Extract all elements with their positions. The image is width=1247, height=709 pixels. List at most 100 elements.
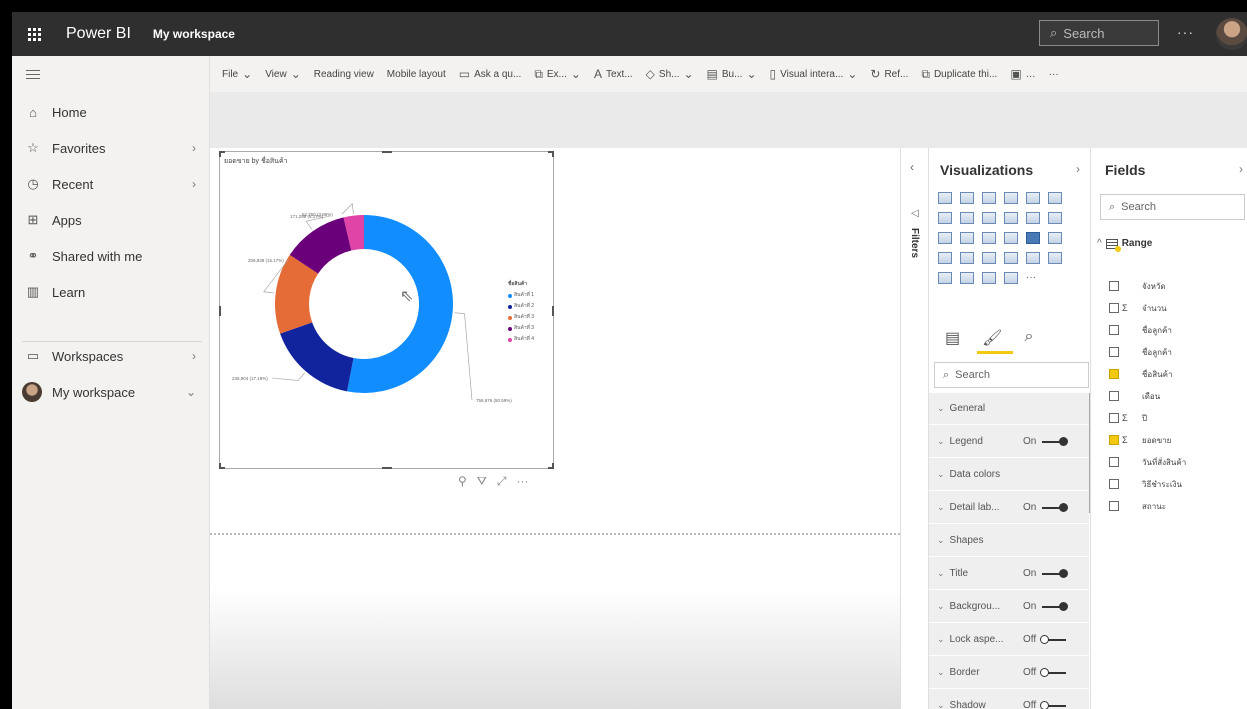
more-visuals-icon[interactable]: ··· [1026, 272, 1044, 288]
field-item[interactable]: Σ ปี [1109, 408, 1239, 428]
view-menu[interactable]: View ⌄ [265, 67, 301, 81]
format-section[interactable]: ⌄ Border Off [929, 657, 1089, 689]
visual-type-icon[interactable] [938, 192, 952, 204]
toggle-switch[interactable]: Off [1023, 634, 1067, 645]
reading-view-button[interactable]: Reading view [314, 69, 374, 80]
nav-item-apps[interactable]: ⊞ Apps [12, 202, 210, 238]
duplicate-page-button[interactable]: ⧉ Duplicate thi... [921, 67, 997, 82]
field-checkbox[interactable] [1109, 391, 1119, 401]
brand-name[interactable]: Power BI [66, 25, 131, 43]
chevron-left-icon[interactable]: ‹ [910, 160, 914, 174]
visual-type-icon[interactable] [1004, 192, 1018, 204]
file-menu[interactable]: File ⌄ [222, 67, 252, 81]
visual-type-icon[interactable] [938, 272, 952, 284]
field-checkbox[interactable] [1109, 303, 1119, 313]
field-checkbox[interactable] [1109, 479, 1119, 489]
format-search-input[interactable]: ⌕ Search [934, 362, 1089, 388]
resize-handle[interactable] [219, 463, 221, 469]
toggle-switch[interactable]: Off [1023, 700, 1067, 709]
legend-item[interactable]: สินค้าที่ 4 [508, 334, 534, 345]
more-options-icon[interactable]: ··· [517, 474, 529, 489]
nav-item-recent[interactable]: ◷ Recent › [12, 166, 210, 202]
toggle-switch[interactable]: On [1023, 601, 1069, 612]
resize-handle[interactable] [552, 151, 554, 157]
visual-type-icon[interactable] [1048, 232, 1062, 244]
format-section[interactable]: ⌄ General [929, 393, 1089, 425]
format-section[interactable]: ⌄ Detail lab... On [929, 492, 1089, 524]
report-canvas[interactable]: ยอดขาย by ชื่อสินค้า 756,876 (50.59%) 235… [210, 148, 900, 709]
visual-type-icon[interactable] [982, 192, 996, 204]
global-search-input[interactable]: ⌕ Search [1039, 20, 1159, 46]
field-item[interactable]: Σ ยอดขาย [1109, 430, 1239, 450]
field-item[interactable]: วันที่สั่งสินค้า [1109, 452, 1239, 472]
visual-type-icon[interactable] [1048, 192, 1062, 204]
format-section[interactable]: ⌄ Shapes [929, 525, 1089, 557]
field-checkbox[interactable] [1109, 325, 1119, 335]
visual-type-icon[interactable] [1004, 232, 1018, 244]
table-node[interactable]: ^ Range [1097, 238, 1152, 252]
field-checkbox[interactable] [1109, 413, 1119, 423]
chevron-right-icon[interactable]: › [1239, 162, 1243, 176]
analytics-tab-icon[interactable]: ⌕ [1024, 328, 1033, 348]
field-checkbox[interactable] [1109, 501, 1119, 511]
resize-handle[interactable] [382, 467, 392, 469]
shapes-menu[interactable]: ◇ Sh... ⌄ [646, 67, 694, 81]
refresh-button[interactable]: ↻ Ref... [870, 67, 908, 81]
visual-type-icon[interactable] [1004, 272, 1018, 284]
toggle-switch[interactable]: On [1023, 436, 1069, 447]
nav-item-shared[interactable]: ⚭ Shared with me [12, 238, 210, 274]
resize-handle[interactable] [219, 306, 221, 316]
field-item[interactable]: ชื่อลูกค้า [1109, 342, 1239, 362]
field-checkbox[interactable] [1109, 457, 1119, 467]
visual-type-icon[interactable] [1048, 212, 1062, 224]
resize-handle[interactable] [552, 306, 554, 316]
visual-type-icon[interactable] [960, 212, 974, 224]
toggle-switch[interactable]: Off [1023, 667, 1067, 678]
field-item[interactable]: วิธีชำระเงิน [1109, 474, 1239, 494]
nav-item-my-workspace[interactable]: My workspace ⌄ [12, 374, 210, 410]
field-item[interactable]: ชื่อลูกค้า [1109, 320, 1239, 340]
field-checkbox[interactable] [1109, 369, 1119, 379]
toggle-switch[interactable]: On [1023, 502, 1069, 513]
visual-type-icon[interactable] [960, 192, 974, 204]
more-options-icon[interactable]: ··· [1177, 24, 1194, 40]
buttons-menu[interactable]: ▤ Bu... ⌄ [707, 67, 757, 81]
save-button[interactable]: ▣… [1010, 67, 1035, 81]
visual-type-icon[interactable] [982, 252, 996, 264]
format-section[interactable]: ⌄ Legend On [929, 426, 1089, 458]
filters-pane-collapsed[interactable]: ‹ ◁ Filters [900, 148, 928, 709]
visual-type-icon[interactable] [982, 272, 996, 284]
pin-icon[interactable]: ⚲ [458, 474, 467, 489]
explore-menu[interactable]: ⧉ Ex... ⌄ [534, 67, 581, 82]
toggle-switch[interactable]: On [1023, 568, 1069, 579]
ask-question-button[interactable]: ▭ Ask a qu... [459, 67, 522, 81]
nav-item-favorites[interactable]: ☆ Favorites › [12, 130, 210, 166]
resize-handle[interactable] [219, 151, 221, 157]
chevron-right-icon[interactable]: › [1076, 162, 1080, 176]
format-section[interactable]: ⌄ Data colors [929, 459, 1089, 491]
avatar[interactable] [1216, 18, 1247, 50]
field-item[interactable]: Σ จำนวน [1109, 298, 1239, 318]
format-section[interactable]: ⌄ Title On [929, 558, 1089, 590]
legend-item[interactable]: สินค้าที่ 3 [508, 312, 534, 323]
visual-type-icon[interactable] [1026, 252, 1040, 264]
breadcrumb-workspace[interactable]: My workspace [153, 27, 235, 41]
nav-item-learn[interactable]: ▥ Learn [12, 274, 210, 310]
donut-chart-visual[interactable]: ยอดขาย by ชื่อสินค้า 756,876 (50.59%) 235… [219, 151, 554, 469]
expand-filters-icon[interactable]: ◁ [911, 208, 919, 219]
app-launcher-icon[interactable] [12, 12, 56, 56]
filter-icon[interactable]: ⛛ [477, 474, 487, 489]
format-section[interactable]: ⌄ Lock aspe... Off [929, 624, 1089, 656]
format-tab-icon[interactable]: 🖌 [982, 328, 1002, 348]
visual-type-icon[interactable] [1004, 212, 1018, 224]
donut-slice[interactable] [280, 322, 354, 392]
visual-type-icon[interactable] [1048, 252, 1062, 264]
fields-search-input[interactable]: ⌕ Search [1100, 194, 1245, 220]
field-item[interactable]: เดือน [1109, 386, 1239, 406]
visual-type-icon[interactable] [1026, 192, 1040, 204]
text-box-button[interactable]: A Text... [594, 67, 633, 81]
fields-tab-icon[interactable]: ▤ [945, 328, 960, 348]
visual-interactions-menu[interactable]: ▯ Visual intera... ⌄ [770, 67, 858, 81]
format-section[interactable]: ⌄ Backgrou... On [929, 591, 1089, 623]
hamburger-icon[interactable] [26, 70, 40, 82]
